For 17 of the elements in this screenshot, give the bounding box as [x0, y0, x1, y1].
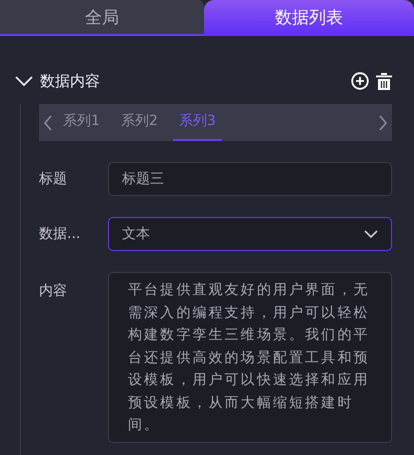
- field-label: 内容: [39, 282, 68, 300]
- chevron-down-icon: [364, 230, 378, 238]
- add-icon[interactable]: [351, 72, 369, 90]
- series-tab[interactable]: 系列2: [120, 104, 158, 141]
- field-label: 标题: [39, 170, 68, 188]
- chevron-left-icon[interactable]: [43, 114, 53, 130]
- section-title: 数据内容: [40, 72, 100, 90]
- dropdown[interactable]: 文本: [108, 217, 392, 251]
- tab[interactable]: 数据列表: [204, 0, 414, 36]
- input-field[interactable]: 标题三: [108, 162, 392, 196]
- trash-icon[interactable]: [376, 72, 392, 90]
- textarea-field[interactable]: 平台提供直观友好的用户界面，无需深入的编程支持，用户可以轻松构建数字孪生三维场景。我们的平台还提供高效的场景配置工具和预设模板，用户可以快速选择和应用预设模板，从而大幅缩短搭建时间。: [108, 272, 392, 443]
- tab[interactable]: 全局: [0, 0, 204, 36]
- chevron-icon[interactable]: [15, 76, 33, 86]
- series-tab[interactable]: 系列1: [63, 104, 100, 141]
- chevron-right-icon[interactable]: [378, 114, 388, 130]
- field-label: 数据...: [39, 225, 82, 243]
